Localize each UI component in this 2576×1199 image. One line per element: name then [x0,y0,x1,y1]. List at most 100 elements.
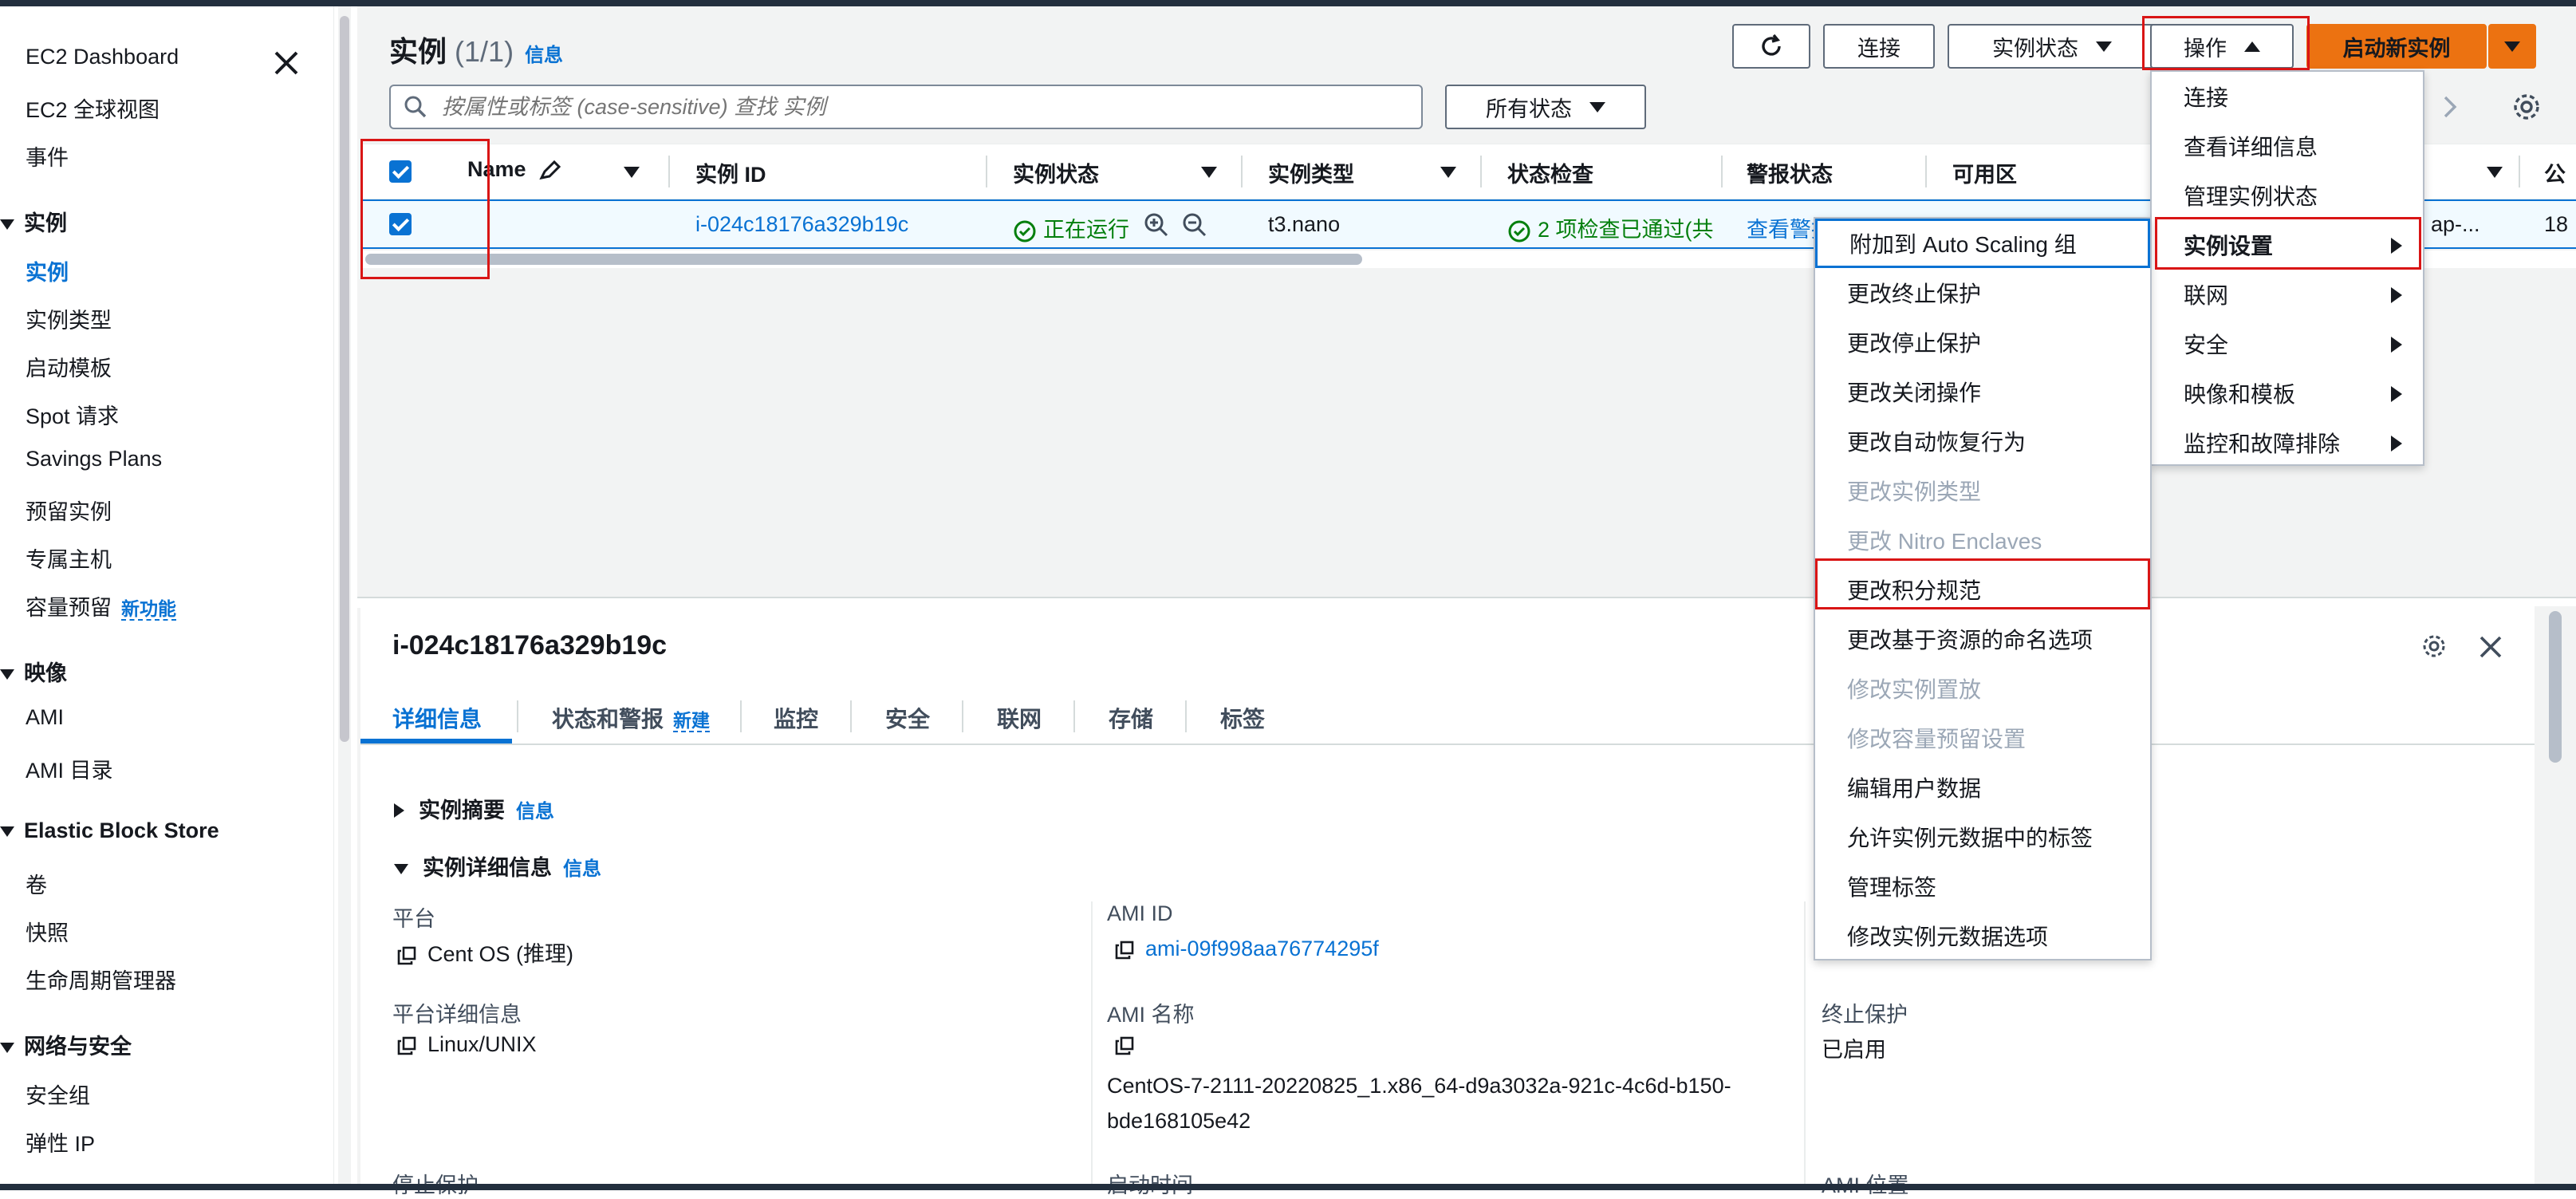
row-checkbox[interactable] [389,213,412,235]
bottom-browser-strip [0,1184,2576,1190]
tab-separator [1185,700,1187,732]
zoom-in-icon[interactable] [1144,212,1169,238]
column-name[interactable]: Name [467,157,562,182]
column-availability-zone[interactable]: 可用区 [1952,157,2017,188]
details-scrollbar[interactable] [2535,606,2576,1184]
menu-item-metadata-tags[interactable]: 允许实例元数据中的标签 [1815,812,2150,862]
tab-status-alarms[interactable]: 状态和警报 新建 [552,702,711,734]
tab-security[interactable]: 安全 [885,702,930,734]
sidebar-item-ec2-dashboard[interactable]: EC2 Dashboard [26,45,179,69]
instance-id-link[interactable]: i-024c18176a329b19c [695,212,908,237]
menu-item-attach-asg[interactable]: 附加到 Auto Scaling 组 [1815,219,2150,268]
menu-item-resource-naming[interactable]: 更改基于资源的命名选项 [1815,614,2150,664]
instance-state-button[interactable]: 实例状态 [1948,24,2157,69]
sidebar-item-lifecycle-manager[interactable]: 生命周期管理器 [26,964,176,995]
tab-storage[interactable]: 存储 [1109,702,1153,734]
info-link[interactable]: 信息 [563,858,601,880]
instance-summary-toggle[interactable]: 实例摘要 信息 [394,793,554,824]
menu-item-metadata-options[interactable]: 修改实例元数据选项 [1815,911,2150,960]
sidebar-item-events[interactable]: 事件 [26,140,69,172]
tab-networking[interactable]: 联网 [997,702,1042,734]
menu-item-stop-protection[interactable]: 更改停止保护 [1815,317,2150,367]
menu-item-view-details[interactable]: 查看详细信息 [2152,121,2423,171]
sidebar-item-dedicated-hosts[interactable]: 专属主机 [26,542,112,574]
sidebar-item-savings-plans[interactable]: Savings Plans [26,447,162,471]
close-icon[interactable] [2477,633,2504,661]
menu-item-manage-state[interactable]: 管理实例状态 [2152,171,2423,220]
column-public[interactable]: 公 [2544,157,2566,188]
sidebar-item-capacity-reservations[interactable]: 容量预留 新功能 [26,590,176,621]
search-input[interactable] [440,93,1400,120]
sidebar-item-elastic-ip[interactable]: 弹性 IP [26,1126,95,1158]
sidebar-item-instance-types[interactable]: 实例类型 [26,303,112,334]
launch-dropdown-button[interactable] [2488,24,2536,69]
menu-item-networking[interactable]: 联网 [2152,270,2423,319]
copy-icon[interactable] [397,1036,416,1055]
edit-pencil-icon [539,160,561,179]
menu-item-edit-user-data[interactable]: 编辑用户数据 [1815,763,2150,812]
connect-button[interactable]: 连接 [1823,24,1935,69]
column-instance-id[interactable]: 实例 ID [695,157,766,188]
sort-icon[interactable] [2487,167,2503,178]
sidebar-scrollbar[interactable] [338,6,351,1184]
copy-icon[interactable] [1115,941,1134,960]
menu-item-credit-specification[interactable]: 更改积分规范 [1815,565,2150,614]
menu-item-termination-protection[interactable]: 更改终止保护 [1815,268,2150,317]
menu-item-monitor-troubleshoot[interactable]: 监控和故障排除 [2152,418,2423,467]
instance-details-toggle[interactable]: 实例详细信息 信息 [394,850,601,882]
settings-gear-icon[interactable] [2507,88,2546,126]
menu-item-auto-recovery[interactable]: 更改自动恢复行为 [1815,416,2150,466]
column-separator [1721,156,1723,187]
sort-icon[interactable] [1201,167,1217,178]
menu-item-shutdown-behavior[interactable]: 更改关闭操作 [1815,367,2150,416]
refresh-button[interactable] [1732,24,1810,69]
sidebar-section-instances[interactable]: 实例 [0,206,67,237]
details-scrollbar-thumb[interactable] [2549,611,2562,763]
tab-tags[interactable]: 标签 [1220,702,1265,734]
copy-icon[interactable] [397,946,416,965]
tab-separator [962,700,963,732]
sidebar-item-spot-requests[interactable]: Spot 请求 [26,399,119,430]
sidebar-section-ebs[interactable]: Elastic Block Store [0,818,219,843]
actions-button[interactable]: 操作 [2150,24,2294,69]
tab-monitoring[interactable]: 监控 [774,702,818,734]
table-horizontal-scrollbar[interactable] [365,254,1362,265]
sidebar-item-reserved-instances[interactable]: 预留实例 [26,495,112,526]
column-instance-state[interactable]: 实例状态 [1013,157,1099,188]
sidebar-scrollbar-thumb[interactable] [340,16,349,742]
next-page-icon[interactable] [2434,91,2466,123]
info-link[interactable]: 信息 [516,801,554,822]
sidebar-item-global-view[interactable]: EC2 全球视图 [26,93,160,124]
column-alarm-status[interactable]: 警报状态 [1747,157,1833,188]
menu-item-connect[interactable]: 连接 [2152,72,2423,121]
sidebar-item-launch-templates[interactable]: 启动模板 [26,351,112,382]
close-icon[interactable] [270,46,303,80]
settings-gear-icon[interactable] [2418,630,2450,662]
sidebar-item-ami[interactable]: AMI [26,705,64,730]
select-all-checkbox[interactable] [389,160,412,183]
tab-details[interactable]: 详细信息 [392,702,482,734]
sidebar-item-instances[interactable]: 实例 [26,255,69,286]
sort-icon[interactable] [624,167,640,178]
state-filter-select[interactable]: 所有状态 [1445,85,1646,129]
sidebar-section-images[interactable]: 映像 [0,656,67,687]
menu-item-manage-tags[interactable]: 管理标签 [1815,862,2150,911]
info-link[interactable]: 信息 [525,45,563,66]
zoom-out-icon[interactable] [1182,212,1207,238]
sidebar-item-volumes[interactable]: 卷 [26,868,47,899]
column-instance-type[interactable]: 实例类型 [1268,157,1354,188]
sidebar-item-snapshots[interactable]: 快照 [26,916,69,947]
launch-instance-button[interactable]: 启动新实例 [2306,24,2487,69]
menu-item-security[interactable]: 安全 [2152,319,2423,369]
search-box [389,85,1423,129]
platform-detail-value: Linux/UNIX [397,1032,537,1057]
menu-item-image-templates[interactable]: 映像和模板 [2152,369,2423,418]
sidebar-item-security-groups[interactable]: 安全组 [26,1079,90,1110]
column-status-check[interactable]: 状态检查 [1507,157,1593,188]
menu-item-instance-settings[interactable]: 实例设置 [2152,220,2423,270]
ami-id-value[interactable]: ami-09f998aa76774295f [1115,937,1379,961]
sidebar-item-ami-catalog[interactable]: AMI 目录 [26,753,113,784]
sidebar-section-network-security[interactable]: 网络与安全 [0,1029,132,1060]
sort-icon[interactable] [1440,167,1456,178]
copy-icon[interactable] [1115,1036,1134,1055]
